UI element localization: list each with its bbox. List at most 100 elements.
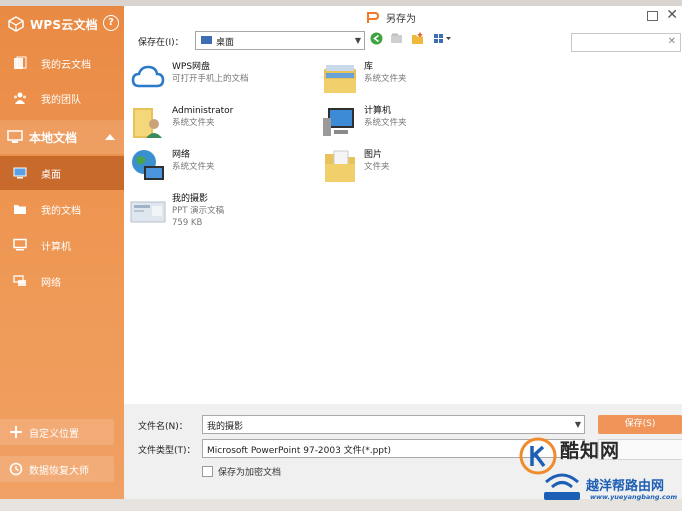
data-recovery-label: 数据恢复大师 [29,465,89,477]
wps-p-logo-icon [367,11,380,23]
help-icon[interactable]: ? [103,15,119,31]
up-folder-icon[interactable] [390,32,403,45]
filename-value: 我的摄影 [207,422,244,432]
file-text: WPS网盘 可打开手机上的文档 [172,61,249,85]
network-icon [13,275,26,286]
save-in-value: 桌面 [216,38,235,48]
file-type: 系统文件夹 [364,118,407,128]
file-name: 图片 [364,150,383,160]
file-item-wps-drive[interactable]: WPS网盘 可打开手机上的文档 [130,60,249,96]
custom-location-button[interactable]: 自定义位置 [0,419,114,445]
computer-icon [13,238,27,251]
sidebar-item-label: 桌面 [41,169,61,181]
file-name: WPS网盘 [172,62,211,72]
view-menu-icon[interactable] [433,32,453,45]
encrypt-label: 保存为加密文档 [218,468,282,478]
dialog-title-wrap: 另存为 [366,10,416,25]
team-icon [14,92,26,104]
sidebar-item-label: 我的团队 [41,94,81,106]
data-recovery-button[interactable]: 数据恢复大师 [0,456,114,482]
file-text: Administrator 系统文件夹 [172,105,233,129]
sidebar-item-my-documents[interactable]: 我的文档 [0,192,124,226]
wps-cloud-logo-icon [8,16,24,32]
desktop-folder-icon [201,36,212,44]
file-type: 可打开手机上的文档 [172,74,249,84]
computer-icon [323,108,354,136]
file-type: 文件夹 [364,162,390,172]
sidebar: WPS云文档 ? 我的云文档 我的团队 本地文档 桌面 我的文档 计算机 网络 … [0,6,124,499]
dialog-toolbar: 保存在(I)： 桌面 ▼ ✕ [124,28,682,54]
pictures-folder-icon [325,150,355,182]
file-text: 图片 文件夹 [364,149,390,173]
file-type: PPT 演示文稿 [172,206,225,216]
dialog-titlebar: 另存为 ✕ [124,6,682,28]
encrypt-option[interactable]: 保存为加密文档 [202,465,281,478]
ppt-file-icon [130,201,166,223]
maximize-icon[interactable] [647,11,658,21]
filetype-label: 文件类型(T)： [138,446,196,456]
file-text: 计算机 系统文件夹 [364,105,407,129]
close-icon[interactable]: ✕ [666,7,678,23]
save-in-label: 保存在(I)： [138,38,184,48]
file-text: 网络 系统文件夹 [172,149,215,173]
collapse-caret-icon[interactable] [105,134,115,140]
cloud-doc-icon [14,56,27,69]
sidebar-item-desktop[interactable]: 桌面 [0,156,124,190]
file-name: 我的摄影 [172,194,209,204]
watermark-subtitle: 越洋帮路由网 [586,479,665,494]
cloud-drive-icon [131,65,165,88]
file-name: Administrator [172,106,234,116]
watermark: 酷知网 越洋帮路由网 www.yueyangbang.com [510,422,682,511]
file-name: 网络 [172,150,191,160]
recovery-icon [9,462,23,476]
file-name: 计算机 [364,106,392,116]
sidebar-item-cloud-docs[interactable]: 我的云文档 [0,46,124,80]
new-folder-icon[interactable] [411,32,424,45]
filename-label: 文件名(N)： [138,422,188,432]
file-list: WPS网盘 可打开手机上的文档 库 系统文件夹 Administrator 系统… [124,54,682,404]
sidebar-item-label: 我的云文档 [41,59,91,71]
file-item-computer[interactable]: 计算机 系统文件夹 [322,104,407,140]
file-item-pictures[interactable]: 图片 文件夹 [322,148,390,184]
network-globe-icon [132,150,164,180]
file-size: 759 KB [172,218,203,228]
save-in-dropdown[interactable]: 桌面 ▼ [195,31,365,50]
sidebar-item-label: 我的文档 [41,205,81,217]
watermark-url: www.yueyangbang.com [590,493,678,501]
plus-icon [10,426,22,438]
file-item-my-photography[interactable]: 我的摄影 PPT 演示文稿 759 KB [130,192,224,229]
search-input[interactable]: ✕ [571,33,681,52]
sidebar-item-my-team[interactable]: 我的团队 [0,81,124,115]
folder-icon [14,205,26,214]
chevron-down-icon: ▼ [354,36,361,45]
back-icon[interactable] [370,32,383,45]
file-text: 我的摄影 PPT 演示文稿 759 KB [172,193,224,229]
file-item-administrator[interactable]: Administrator 系统文件夹 [130,104,233,140]
wifi-router-icon [544,473,580,500]
file-item-network[interactable]: 网络 系统文件夹 [130,148,215,184]
monitor-icon [7,130,23,143]
sidebar-item-label: 计算机 [41,241,71,253]
file-type: 系统文件夹 [364,74,407,84]
file-text: 库 系统文件夹 [364,61,407,85]
sidebar-title: WPS云文档 [30,17,98,32]
sidebar-header: WPS云文档 ? [0,6,124,42]
clear-icon[interactable]: ✕ [668,36,676,47]
file-type: 系统文件夹 [172,118,215,128]
encrypt-checkbox[interactable] [202,466,213,477]
sidebar-item-computer[interactable]: 计算机 [0,228,124,262]
watermark-title: 酷知网 [560,440,621,462]
sidebar-section-local-docs[interactable]: 本地文档 [0,120,124,154]
dialog-title: 另存为 [386,14,416,25]
sidebar-item-label: 网络 [41,277,61,289]
sidebar-section-label: 本地文档 [29,130,78,145]
desktop-icon [13,167,27,179]
sidebar-item-network[interactable]: 网络 [0,264,124,298]
file-name: 库 [364,62,374,72]
library-icon [324,65,356,93]
file-item-library[interactable]: 库 系统文件夹 [322,60,407,96]
file-type: 系统文件夹 [172,162,215,172]
custom-location-label: 自定义位置 [29,428,79,440]
user-folder-icon [133,108,162,138]
filetype-value: Microsoft PowerPoint 97-2003 文件(*.ppt) [207,446,392,456]
